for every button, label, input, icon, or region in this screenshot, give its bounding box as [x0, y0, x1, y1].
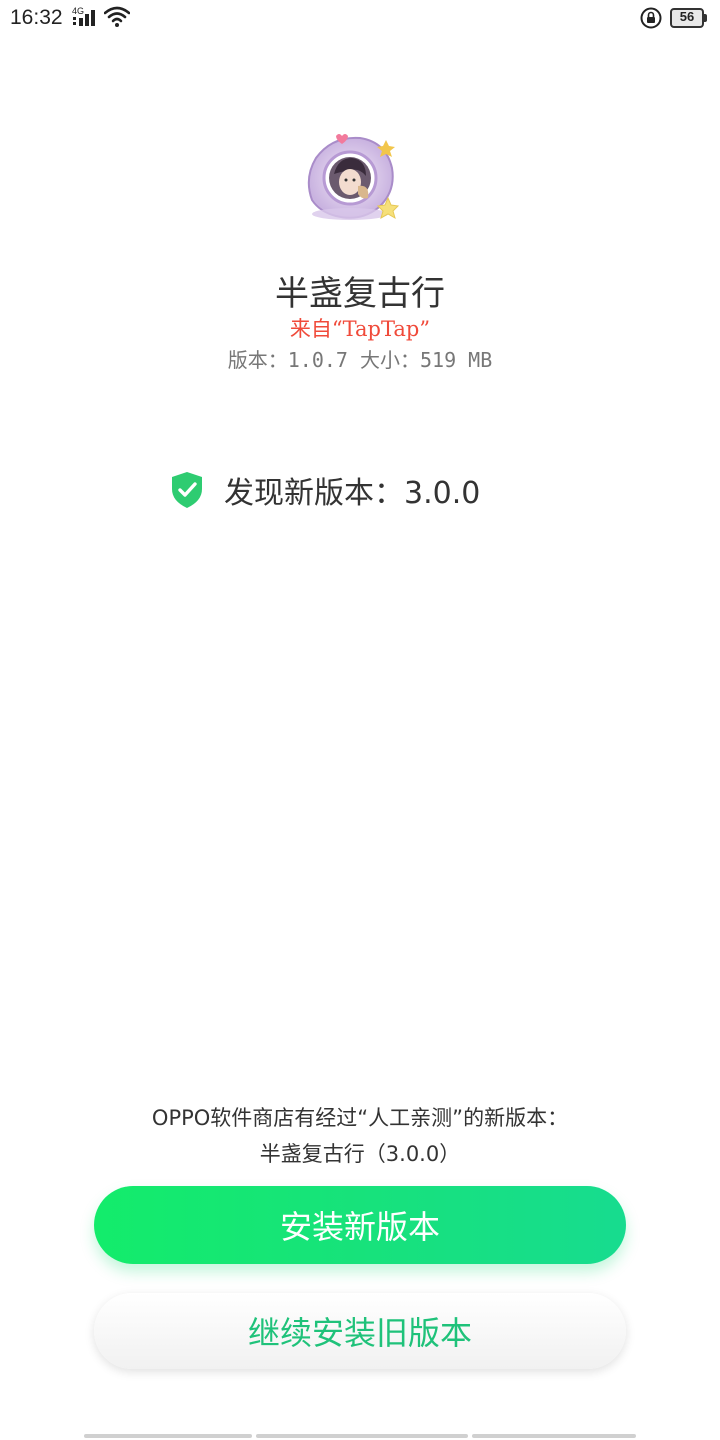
app-name: 半盏复古行 — [275, 274, 445, 314]
rotation-lock-icon — [640, 7, 662, 29]
app-avatar-icon — [307, 134, 400, 220]
signal-icon: 4G — [70, 6, 100, 30]
shield-check-icon — [172, 472, 202, 508]
nav-recent-segment[interactable] — [472, 1434, 636, 1438]
store-notice: OPPO软件商店有经过“人工亲测”的新版本： 半盏复古行（3.0.0） — [0, 1100, 720, 1172]
store-notice-line2: 半盏复古行（3.0.0） — [259, 1142, 461, 1166]
continue-install-old-version-button[interactable]: 继续安装旧版本 — [94, 1293, 626, 1369]
app-source: 来自“TapTap” — [289, 317, 431, 341]
wifi-icon — [104, 6, 130, 27]
store-notice-line1: OPPO软件商店有经过“人工亲测”的新版本： — [151, 1106, 569, 1130]
battery-icon: 56 — [670, 8, 708, 28]
status-time: 16:32 — [10, 6, 63, 29]
nav-home-segment[interactable] — [256, 1434, 468, 1438]
new-version-text: 发现新版本：3.0.0 — [224, 476, 481, 511]
app-version-size: 版本：1.0.7 大小：519 MB — [227, 348, 493, 372]
new-version-notice: 发现新版本：3.0.0 — [170, 470, 481, 511]
battery-level: 56 — [679, 9, 695, 24]
install-new-version-button[interactable]: 安装新版本 — [94, 1186, 626, 1264]
status-bar: 16:32 4G 56 — [0, 0, 720, 40]
navigation-bar[interactable] — [84, 1434, 636, 1440]
nav-back-segment[interactable] — [84, 1434, 252, 1438]
network-type-label: 4G — [72, 6, 85, 16]
